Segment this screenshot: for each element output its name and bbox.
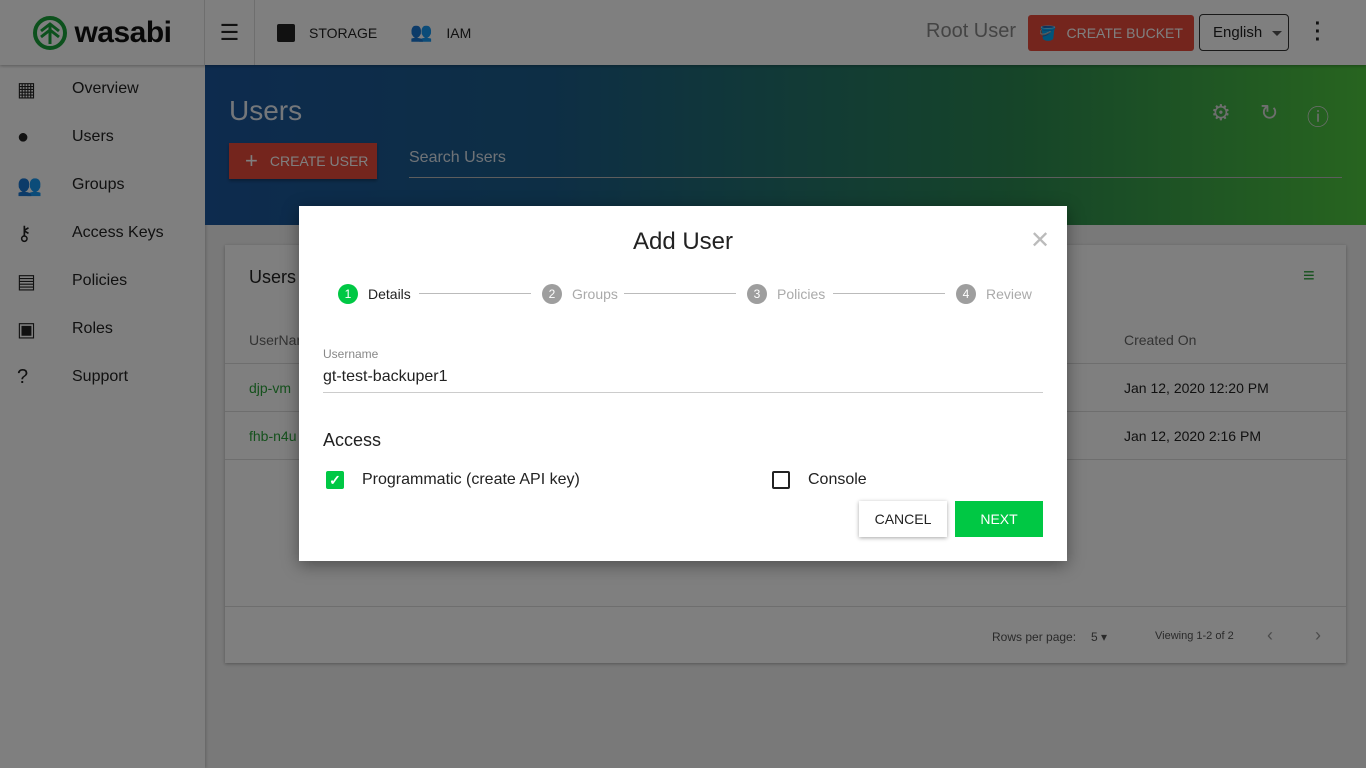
console-label: Console: [808, 471, 867, 488]
step-number: 4: [956, 284, 976, 304]
username-label: Username: [323, 347, 379, 361]
checkbox-checked-icon[interactable]: ✓: [326, 471, 344, 489]
step-number: 2: [542, 284, 562, 304]
access-heading: Access: [323, 430, 382, 450]
step-groups: 2 Groups: [542, 284, 618, 304]
programmatic-checkbox[interactable]: ✓ Programmatic (create API key): [326, 471, 580, 489]
step-review: 4 Review: [956, 284, 1032, 304]
cancel-button[interactable]: CANCEL: [859, 501, 947, 537]
step-connector: [419, 293, 531, 294]
checkbox-unchecked-icon[interactable]: [772, 471, 790, 489]
step-label: Details: [368, 286, 411, 302]
step-policies: 3 Policies: [747, 284, 825, 304]
step-connector: [624, 293, 736, 294]
step-number: 1: [338, 284, 358, 304]
add-user-dialog: Add User ✕ 1 Details 2 Groups 3 Policies 4R…: [299, 206, 1067, 561]
step-connector: [833, 293, 945, 294]
username-input[interactable]: gt-test-backuper1: [323, 368, 1043, 393]
step-label: Review: [986, 286, 1032, 302]
step-label: Groups: [572, 286, 618, 302]
step-label: Policies: [777, 286, 826, 302]
close-icon[interactable]: ✕: [1030, 226, 1050, 255]
dialog-title: Add User: [632, 228, 734, 255]
step-number: 3: [747, 284, 767, 304]
console-checkbox[interactable]: Console: [772, 471, 867, 489]
next-button[interactable]: NEXT: [955, 501, 1043, 537]
step-details: 1 Details: [338, 284, 411, 304]
programmatic-label: Programmatic (create API key): [362, 471, 580, 488]
